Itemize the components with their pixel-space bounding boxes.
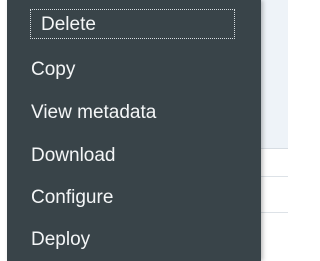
menu-item-copy[interactable]: Copy: [31, 53, 75, 85]
menu-item-delete[interactable]: Delete: [30, 9, 235, 39]
menu-item-deploy[interactable]: Deploy: [31, 223, 90, 255]
menu-item-download[interactable]: Download: [31, 139, 116, 171]
menu-item-view-metadata[interactable]: View metadata: [31, 96, 156, 128]
menu-item-configure[interactable]: Configure: [31, 181, 113, 213]
context-menu: Delete Copy View metadata Download Confi…: [7, 0, 261, 261]
